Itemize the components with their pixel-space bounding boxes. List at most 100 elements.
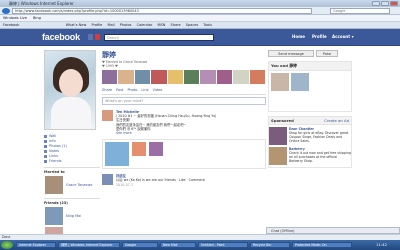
strip-photo[interactable] xyxy=(216,70,233,84)
facebook-search-input[interactable]: Search xyxy=(104,34,214,41)
nav-profile[interactable]: Profile xyxy=(312,34,327,39)
tab-video[interactable]: Video xyxy=(153,88,163,92)
right-column: Send message Poke You and 靜婷 Sponsored Cr… xyxy=(268,50,352,168)
toolbar-item-spaces[interactable]: Spaces xyxy=(182,23,199,27)
sponsored-heading: Sponsored xyxy=(271,118,294,123)
tab-post[interactable]: Post xyxy=(116,88,123,92)
browser-toolbar: Facebook What's New Profile Mail Photos … xyxy=(0,22,400,29)
taskbar-item-mail[interactable]: New Mail xyxy=(160,242,196,248)
tab-share[interactable]: Share xyxy=(102,88,112,92)
sponsored-box: Sponsored Create an Ad Ezan Chantler Shop … xyxy=(268,116,352,168)
nav-account[interactable]: Account ▾ xyxy=(332,34,354,39)
strip-photo[interactable] xyxy=(151,70,167,84)
ad-item[interactable]: Barberry Check it out now and get free sh… xyxy=(269,147,351,165)
send-message-button[interactable]: Send message xyxy=(268,50,314,57)
notifications-icon[interactable] xyxy=(95,34,100,40)
status-text: Done xyxy=(2,235,11,239)
friend-requests-icon[interactable] xyxy=(88,34,93,40)
shared-link-preview[interactable] xyxy=(102,139,266,170)
favorite-item-bing[interactable]: Bing xyxy=(28,16,41,20)
facebook-logo[interactable]: facebook xyxy=(42,32,80,42)
taskbar-item-ie[interactable]: Internet Explorer xyxy=(16,242,56,248)
favorites-bar: Windows Live Bing xyxy=(0,15,400,22)
toolbar-item-share[interactable]: Share xyxy=(167,23,181,27)
link-thumbnail xyxy=(132,142,146,157)
photos-icon xyxy=(44,145,47,148)
profile-photo[interactable] xyxy=(44,50,96,130)
taskbar-item-recycle[interactable]: Recycle Bin xyxy=(250,242,290,248)
spouse-name[interactable]: Grace Tanaswe xyxy=(66,183,92,188)
window-title-bar: 靜婷 | Windows Internet Explorer xyxy=(0,0,400,7)
tab-photo[interactable]: Photo xyxy=(127,88,137,92)
close-icon[interactable] xyxy=(390,1,398,6)
wall-post: Ten Michelle / 2010 #1 ~ 最好的祝福 (Hsuan-Ch… xyxy=(102,110,266,135)
toolbar-item-calendar[interactable]: Calendar xyxy=(133,23,153,27)
post-time: 2010-07-1 xyxy=(116,182,134,187)
poke-button[interactable]: Poke xyxy=(316,50,338,57)
strip-photo[interactable] xyxy=(102,70,118,84)
post-text: / 2010 #1 ~ 最好的祝福 (Hsuan-Ching Hsu/Lu, H… xyxy=(116,114,217,119)
toolbar-item-profile[interactable]: Profile xyxy=(87,23,102,27)
you-and-box: You and 靜婷 xyxy=(268,61,352,112)
toolbar-item-msn[interactable]: MSN xyxy=(154,23,166,27)
nav-home[interactable]: Home xyxy=(292,34,305,39)
strip-photo[interactable] xyxy=(200,70,216,84)
taskbar-item-paint[interactable]: Untitled - Paint xyxy=(198,242,248,248)
url-input[interactable]: http://www.facebook.com/s/index.php?prof… xyxy=(12,8,312,14)
toolbar-item-tools[interactable]: Tools xyxy=(199,23,212,27)
taskbar-item-window[interactable]: 靜婷 | Windows Internet Explorer xyxy=(58,242,120,248)
address-bar: http://www.facebook.com/s/index.php?prof… xyxy=(0,7,400,15)
favorite-item-live[interactable]: Windows Live xyxy=(0,16,27,20)
mutual-photo[interactable] xyxy=(271,73,289,91)
strip-photo[interactable] xyxy=(134,70,151,84)
share-tabs: Share Post Photo Link Video xyxy=(102,88,266,95)
toolbar-item-mail[interactable]: Mail xyxy=(103,23,114,27)
share-input[interactable]: What's on your mind? xyxy=(102,97,266,105)
ad-body: Check it out now and get free shipping o… xyxy=(289,151,351,163)
create-ad-link[interactable]: Create an Ad xyxy=(324,118,349,123)
nav-friends[interactable]: Friends xyxy=(44,159,100,164)
link-thumbnail xyxy=(105,142,129,167)
spouse-avatar[interactable] xyxy=(45,176,63,194)
browser-search-input[interactable]: Google xyxy=(330,8,390,14)
toolbar-item-whatsnew[interactable]: What's New xyxy=(21,23,87,27)
wall-icon xyxy=(44,135,47,138)
strip-photo[interactable] xyxy=(249,70,265,84)
post-author-avatar[interactable] xyxy=(102,174,113,186)
post-see-more[interactable]: See more xyxy=(116,131,132,135)
maximize-icon[interactable] xyxy=(381,1,389,6)
friends-heading[interactable]: Friends (23) xyxy=(44,198,100,205)
toolbar-item-facebook[interactable]: Facebook xyxy=(0,23,19,27)
married-to-heading: Married to xyxy=(44,167,100,174)
ad-item[interactable]: Ezan Chantler Shop for girls at eBay. Dis… xyxy=(269,127,351,145)
taskbar: Internet Explorer 靜婷 | Windows Internet … xyxy=(0,240,400,250)
post-author-avatar[interactable] xyxy=(102,110,113,121)
window-title: 靜婷 | Windows Internet Explorer xyxy=(9,1,74,6)
strip-photo[interactable] xyxy=(118,70,134,84)
mutual-photo[interactable] xyxy=(291,73,309,91)
ad-image xyxy=(269,127,287,145)
profile-nav: Wall Info Photos (1) Notes Links Friends xyxy=(44,134,100,164)
start-button-icon[interactable] xyxy=(1,241,13,249)
tab-link[interactable]: Link xyxy=(141,88,148,92)
friend-name[interactable]: Ning Mai xyxy=(66,214,81,219)
notes-icon xyxy=(44,150,47,153)
friends-icon xyxy=(44,160,47,163)
taskbar-item-protected[interactable]: Protected Mode: On xyxy=(292,242,352,248)
you-and-heading: You and 靜婷 xyxy=(271,63,297,68)
minimize-icon[interactable] xyxy=(372,1,380,6)
strip-photo[interactable] xyxy=(167,70,183,84)
main-column: 靜婷 ♥ Married to Grace Tanaswe ♥ 1995 ♥ S… xyxy=(102,50,266,187)
links-icon xyxy=(44,155,47,158)
friend-avatar[interactable] xyxy=(45,207,63,225)
facebook-header: facebook Search Home Profile Account ▾ xyxy=(0,29,400,46)
strip-photo[interactable] xyxy=(233,70,249,84)
strip-photo[interactable] xyxy=(183,70,200,84)
back-icon[interactable] xyxy=(2,8,10,14)
info-icon xyxy=(44,140,47,143)
taskbar-item-google[interactable]: Google xyxy=(122,242,158,248)
taskbar-clock[interactable]: 11:42 xyxy=(376,240,387,250)
chat-bar[interactable]: Chat (Offline) xyxy=(266,227,400,234)
wall-post: 好朋友 以后 we (Ko Ko) is we are our friends … xyxy=(102,174,266,187)
toolbar-item-photos[interactable]: Photos xyxy=(116,23,132,27)
